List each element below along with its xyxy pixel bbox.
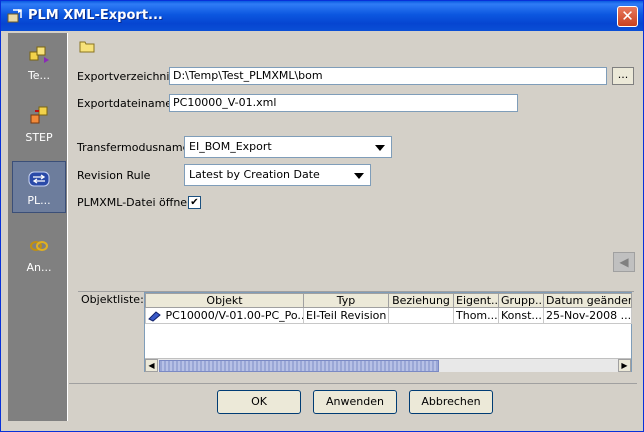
folder-icon[interactable] [79,39,95,53]
export-app-icon [7,9,22,23]
dialog-window: PLM XML-Export... ✕ Te... STEP PL... An.… [0,0,644,432]
sidebar-item-other[interactable]: An... [12,229,66,281]
parts-icon [29,46,49,63]
sidebar-item-label: STEP [25,131,53,144]
chevron-down-icon [375,145,385,151]
footer-divider [69,383,637,384]
column-header-objekt[interactable]: Objekt [145,293,304,308]
disabled-action-icon[interactable]: ◀ [613,252,635,272]
sidebar-item-step[interactable]: STEP [12,99,66,151]
object-list-label: Objektliste: [81,293,144,306]
sidebar-item-label: Te... [27,69,51,82]
export-dir-input[interactable]: D:\Temp\Test_PLMXML\bom [169,67,607,85]
column-header-gruppe[interactable]: Grupp... [498,293,544,308]
link-icon [30,241,48,251]
part-revision-icon [148,311,161,322]
sidebar-item-label: PL... [27,194,51,207]
open-file-label: PLMXML-Datei öffnen [77,196,195,209]
scrollbar-thumb[interactable] [159,360,439,372]
open-file-checkbox[interactable]: ✔ [188,196,201,209]
title-bar[interactable]: PLM XML-Export... ✕ [1,1,643,31]
object-grid: Objekt Typ Beziehung Eigent... Grupp... … [145,293,632,324]
column-header-beziehung[interactable]: Beziehung [388,293,454,308]
export-dir-label: Exportverzeichnis: [77,70,179,83]
sidebar-item-plmxml[interactable]: PL... [12,161,66,213]
transfer-mode-select[interactable]: EI_BOM_Export [184,136,392,158]
chevron-down-icon [354,173,364,179]
table-cell-datum: 25-Nov-2008 ... [543,307,632,324]
column-header-typ[interactable]: Typ [303,293,389,308]
table-cell-gruppe: Konst... [498,307,544,324]
table-row[interactable]: PC10000/V-01.00-PC_Po... EI-Teil Revisio… [145,307,632,324]
table-cell-eigentuemer: Thom... [453,307,499,324]
sidebar: Te... STEP PL... An... [8,33,68,421]
transfer-mode-label: Transfermodusname: [77,141,194,154]
table-cell-beziehung [388,307,454,324]
scroll-right-icon[interactable]: ▶ [618,359,631,372]
sidebar-item-teamcenter[interactable]: Te... [12,37,66,89]
cancel-button[interactable]: Abbrechen [409,390,493,414]
scroll-left-icon[interactable]: ◀ [145,359,158,372]
sidebar-item-label: An... [26,261,52,274]
close-button[interactable]: ✕ [617,6,638,27]
browse-button[interactable]: ... [612,67,634,85]
transfer-mode-value: EI_BOM_Export [189,140,272,153]
plmxml-icon [28,171,50,187]
table-cell-typ: EI-Teil Revision [303,307,389,324]
horizontal-scrollbar[interactable]: ◀ ▶ [145,358,631,372]
table-cell-objekt: PC10000/V-01.00-PC_Po... [145,307,304,324]
window-title: PLM XML-Export... [28,8,163,23]
ok-button[interactable]: OK [217,390,301,414]
revision-rule-select[interactable]: Latest by Creation Date [184,164,371,186]
export-file-input[interactable]: PC10000_V-01.xml [169,94,518,112]
column-header-datum[interactable]: Datum geändert [543,293,632,308]
column-header-eigentuemer[interactable]: Eigent... [453,293,499,308]
step-icon [30,106,48,124]
revision-rule-value: Latest by Creation Date [189,168,320,181]
export-file-label: Exportdateiname: [77,97,176,110]
apply-button[interactable]: Anwenden [313,390,397,414]
revision-rule-label: Revision Rule [77,169,151,182]
cell-text: PC10000/V-01.00-PC_Po... [165,309,304,322]
